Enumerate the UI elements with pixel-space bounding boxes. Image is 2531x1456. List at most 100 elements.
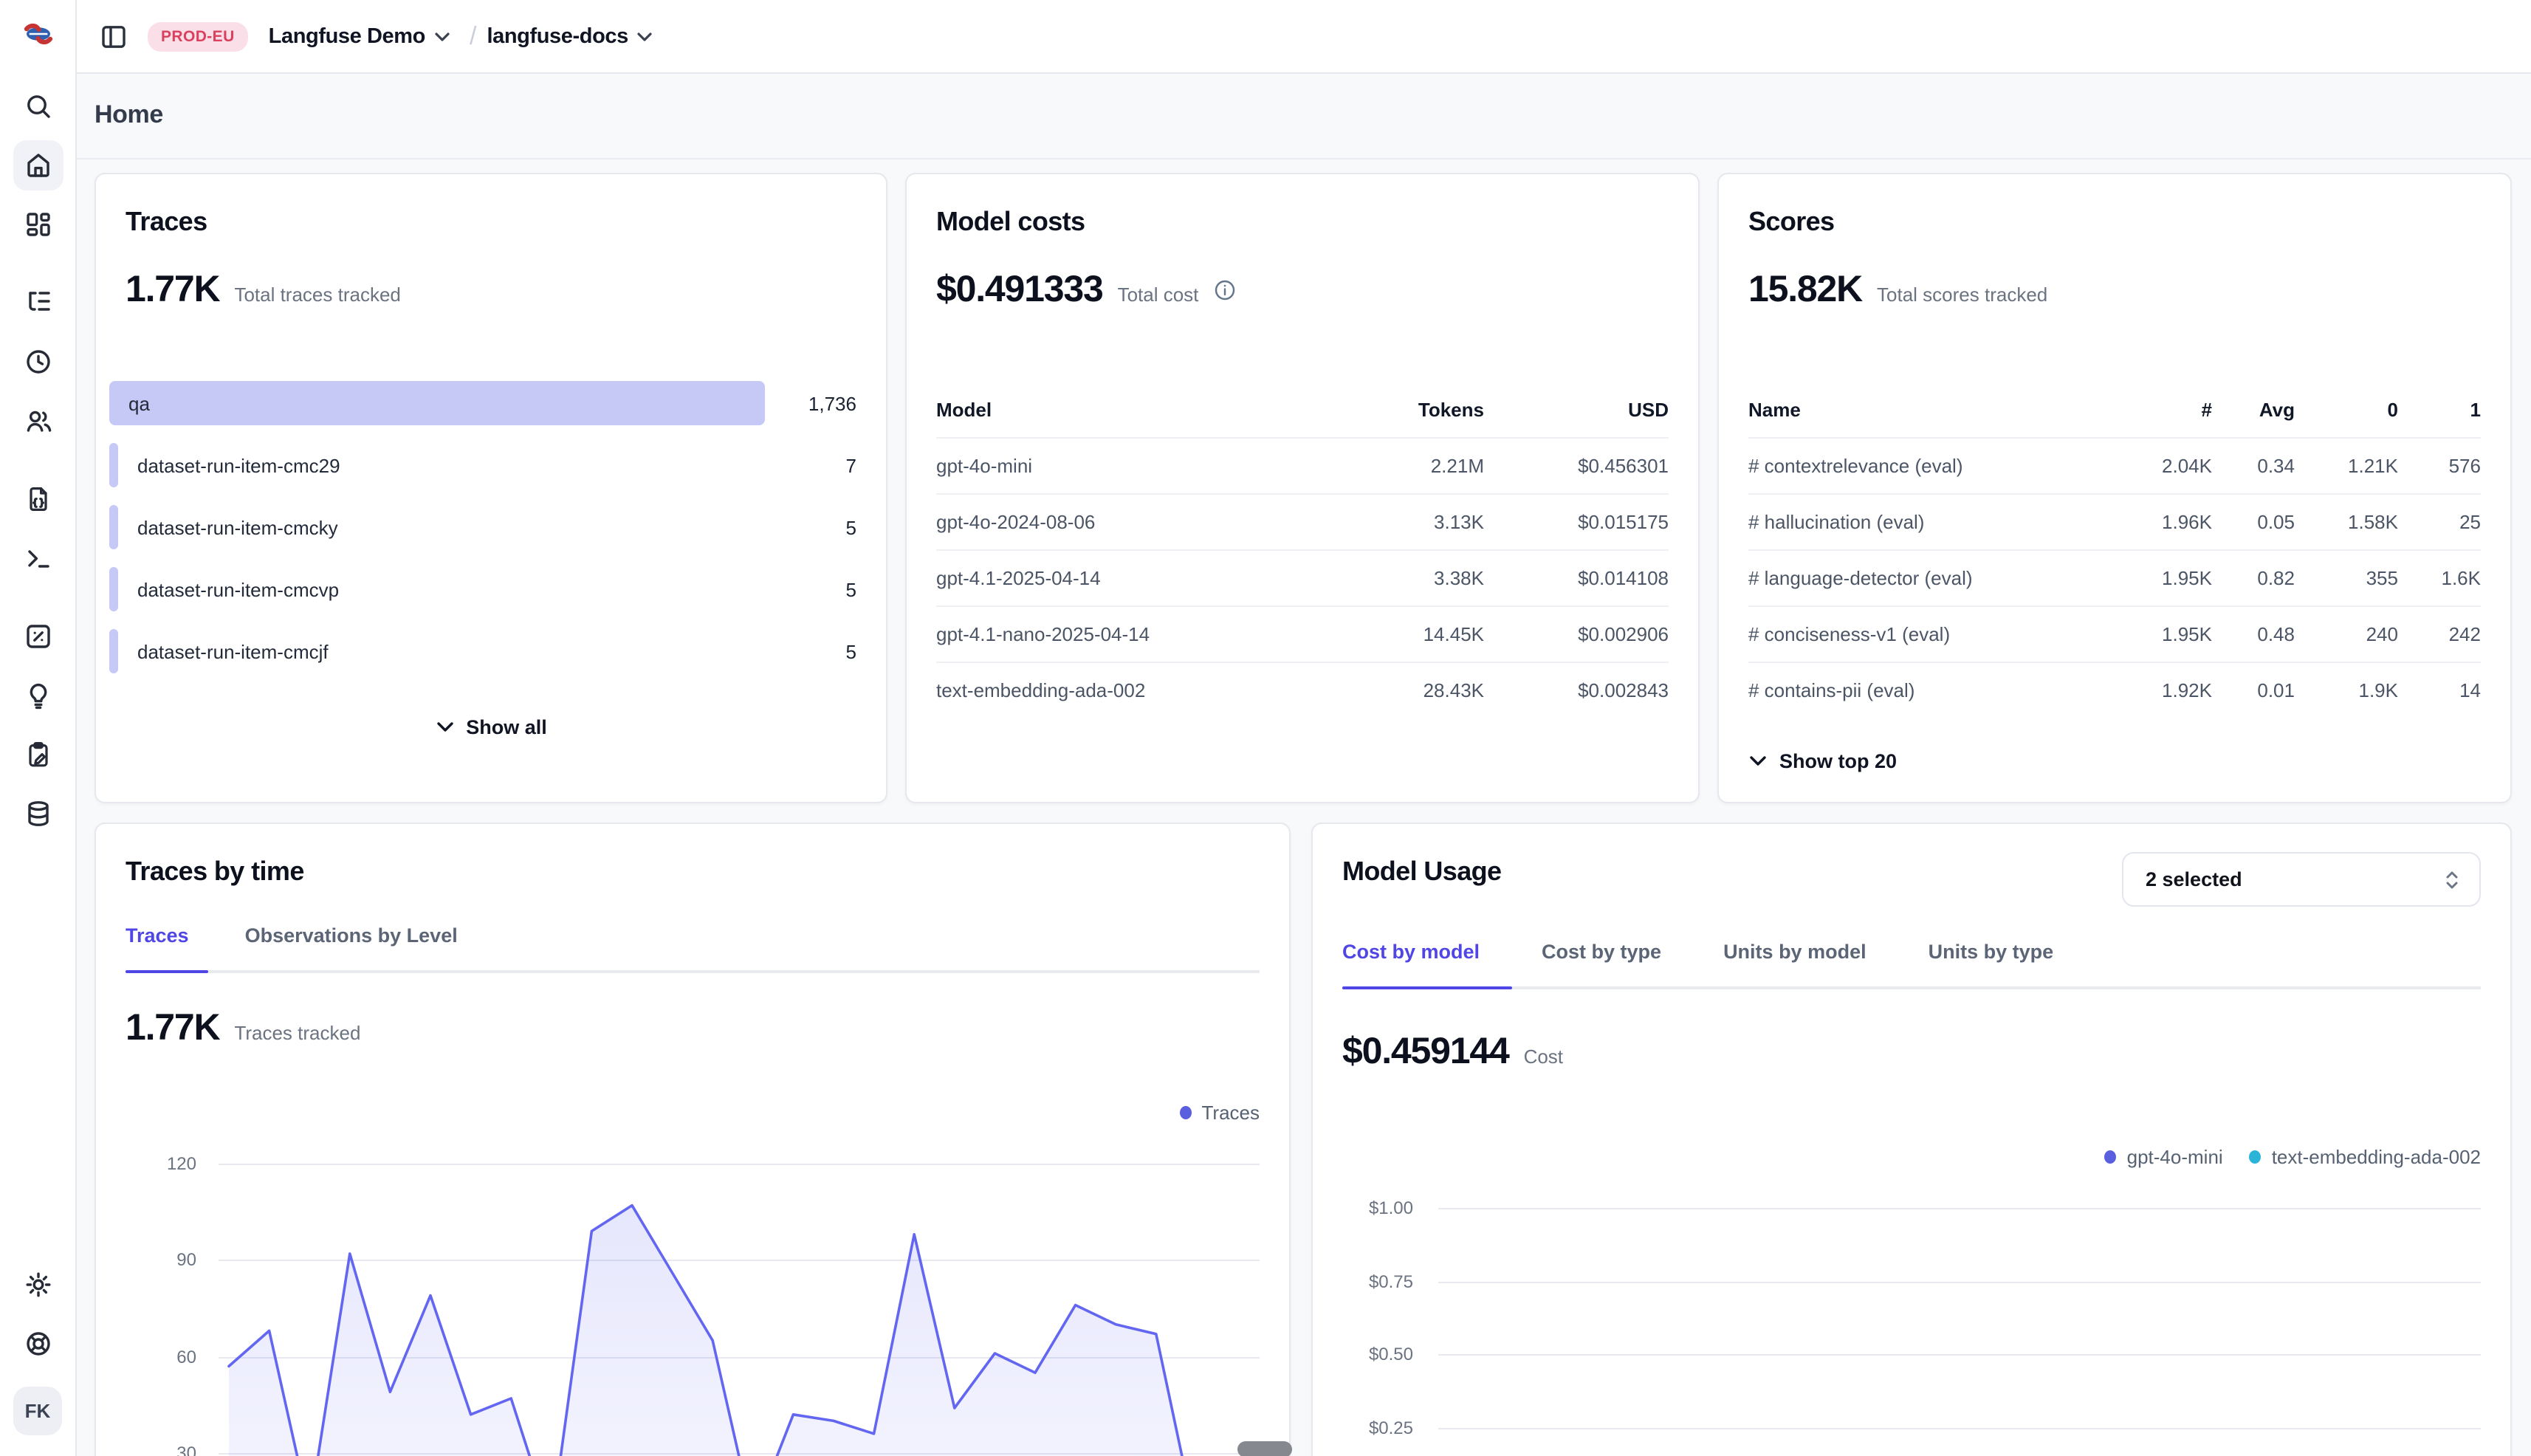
list-tree-icon bbox=[23, 288, 52, 317]
sidebar-item-support[interactable] bbox=[13, 1319, 63, 1369]
column-header: 1 bbox=[2398, 398, 2481, 420]
sidebar-item-search[interactable] bbox=[13, 81, 63, 131]
legend-label: gpt-4o-mini bbox=[2127, 1146, 2223, 1168]
tab-observations-by-level[interactable]: Observations by Level bbox=[245, 924, 458, 947]
tab-cost-by-model[interactable]: Cost by model bbox=[1342, 941, 1480, 963]
user-avatar[interactable]: FK bbox=[13, 1387, 62, 1435]
sidebar-item-insights[interactable] bbox=[13, 670, 63, 721]
model-costs-metric: $0.491333 Total cost bbox=[936, 266, 1669, 313]
trace-bar bbox=[109, 629, 118, 673]
legend-item[interactable]: gpt-4o-mini bbox=[2105, 1146, 2223, 1168]
database-icon bbox=[23, 799, 52, 828]
metric-label: Total cost bbox=[1118, 284, 1199, 306]
chevron-down-icon bbox=[1748, 754, 1768, 767]
sidebar-item-prompts[interactable] bbox=[13, 474, 63, 524]
search-icon bbox=[23, 92, 52, 121]
table-row[interactable]: # contains-pii (eval) 1.92K 0.01 1.9K 14 bbox=[1748, 662, 2481, 718]
traces-card: Traces 1.77K Total traces tracked qa 1,7… bbox=[95, 173, 887, 803]
metric-label: Cost bbox=[1524, 1045, 1563, 1068]
gridline bbox=[1438, 1208, 2481, 1209]
show-all-button[interactable]: Show all bbox=[126, 706, 856, 747]
table-row[interactable]: # contextrelevance (eval) 2.04K 0.34 1.2… bbox=[1748, 437, 2481, 493]
organization-switcher[interactable]: Langfuse Demo bbox=[269, 24, 450, 48]
tab-units-by-type[interactable]: Units by type bbox=[1929, 941, 2054, 963]
info-icon[interactable] bbox=[1213, 278, 1235, 301]
card-title: Model costs bbox=[936, 204, 1669, 239]
trace-row[interactable]: dataset-run-item-cmcvp 5 bbox=[109, 567, 856, 611]
score-avg: 0.82 bbox=[2212, 567, 2295, 589]
model-selector[interactable]: 2 selected bbox=[2122, 852, 2481, 907]
metric-label: Traces tracked bbox=[234, 1022, 360, 1044]
sidebar-item-users[interactable] bbox=[13, 396, 63, 446]
y-tick-label: 30 bbox=[96, 1443, 196, 1456]
table-row[interactable]: gpt-4o-mini 2.21M $0.456301 bbox=[936, 437, 1669, 493]
table-row[interactable]: gpt-4.1-nano-2025-04-14 14.45K $0.002906 bbox=[936, 605, 1669, 662]
app-window: FK PROD-EU Langfuse Demo / langfuse-docs… bbox=[0, 0, 2531, 1456]
sidebar-item-tracing[interactable] bbox=[13, 278, 63, 328]
trace-bar bbox=[109, 443, 118, 487]
card-title: Model Usage bbox=[1342, 854, 1501, 889]
card-title: Traces bbox=[126, 204, 856, 239]
model-usage-chart-area: $1.00 $0.75 $0.50 $0.25 bbox=[1313, 1193, 2481, 1456]
table-row[interactable]: # conciseness-v1 (eval) 1.95K 0.48 240 2… bbox=[1748, 605, 2481, 662]
column-header: # bbox=[2126, 398, 2212, 420]
chevron-down-icon bbox=[637, 30, 653, 42]
sidebar-toggle-button[interactable] bbox=[95, 17, 133, 55]
usd-value: $0.014108 bbox=[1484, 567, 1669, 589]
tokens-value: 14.45K bbox=[1292, 623, 1484, 645]
show-top-20-button[interactable]: Show top 20 bbox=[1748, 740, 2481, 781]
show-top-label: Show top 20 bbox=[1779, 749, 1897, 772]
score-one: 576 bbox=[2398, 455, 2481, 477]
trace-row[interactable]: dataset-run-item-cmcky 5 bbox=[109, 505, 856, 549]
clipboard-pen-icon bbox=[23, 740, 52, 769]
table-row[interactable]: # hallucination (eval) 1.96K 0.05 1.58K … bbox=[1748, 493, 2481, 549]
langfuse-logo-icon[interactable] bbox=[21, 22, 54, 46]
sidebar-item-annotation[interactable] bbox=[13, 729, 63, 780]
project-name: langfuse-docs bbox=[487, 24, 628, 48]
sidebar-item-playground[interactable] bbox=[13, 533, 63, 583]
horizontal-scrollbar-thumb[interactable] bbox=[1237, 1441, 1292, 1456]
tab-traces[interactable]: Traces bbox=[126, 924, 189, 947]
metric-value: $0.459144 bbox=[1342, 1028, 1509, 1075]
table-row[interactable]: # language-detector (eval) 1.95K 0.82 35… bbox=[1748, 549, 2481, 605]
trace-name: dataset-run-item-cmcvp bbox=[137, 578, 339, 600]
project-switcher[interactable]: langfuse-docs bbox=[487, 24, 653, 48]
traces-chart-area: 120 90 60 30 bbox=[96, 1149, 1260, 1456]
environment-badge[interactable]: PROD-EU bbox=[148, 21, 248, 51]
organization-name: Langfuse Demo bbox=[269, 24, 425, 48]
metric-label: Total scores tracked bbox=[1877, 284, 2047, 306]
tab-units-by-model[interactable]: Units by model bbox=[1723, 941, 1867, 963]
table-row[interactable]: text-embedding-ada-002 28.43K $0.002843 bbox=[936, 662, 1669, 718]
score-avg: 0.48 bbox=[2212, 623, 2295, 645]
table-header-row: Name # Avg 0 1 bbox=[1748, 381, 2481, 437]
sidebar-item-scores[interactable] bbox=[13, 611, 63, 662]
traces-line-chart[interactable] bbox=[219, 1149, 1263, 1456]
legend-item[interactable]: text-embedding-ada-002 bbox=[2250, 1146, 2481, 1168]
scores-table: Name # Avg 0 1 # contextrelevance (eval)… bbox=[1748, 381, 2481, 718]
model-name: gpt-4.1-nano-2025-04-14 bbox=[936, 623, 1292, 645]
model-usage-tabs: Cost by model Cost by type Units by mode… bbox=[1342, 941, 2053, 963]
sidebar-item-settings[interactable] bbox=[13, 1260, 63, 1310]
tab-cost-by-type[interactable]: Cost by type bbox=[1542, 941, 1661, 963]
model-usage-card: Model Usage 2 selected Cost by model Cos… bbox=[1311, 823, 2512, 1456]
cost-metric: $0.459144 Cost bbox=[1342, 1028, 1563, 1075]
sidebar-item-sessions[interactable] bbox=[13, 337, 63, 387]
legend-item[interactable]: Traces bbox=[1180, 1102, 1260, 1124]
score-name: # contains-pii (eval) bbox=[1748, 679, 2126, 701]
score-zero: 355 bbox=[2295, 567, 2398, 589]
trace-row[interactable]: dataset-run-item-cmc29 7 bbox=[109, 443, 856, 487]
sidebar-item-datasets[interactable] bbox=[13, 789, 63, 839]
table-row[interactable]: gpt-4o-2024-08-06 3.13K $0.015175 bbox=[936, 493, 1669, 549]
usd-value: $0.456301 bbox=[1484, 455, 1669, 477]
trace-row[interactable]: qa 1,736 bbox=[109, 381, 856, 425]
trace-row[interactable]: dataset-run-item-cmcjf 5 bbox=[109, 629, 856, 673]
score-one: 25 bbox=[2398, 511, 2481, 533]
show-all-label: Show all bbox=[466, 715, 547, 738]
chevron-down-icon bbox=[435, 720, 454, 733]
traces-tracked-metric: 1.77K Traces tracked bbox=[126, 1004, 360, 1051]
scores-metric: 15.82K Total scores tracked bbox=[1748, 266, 2481, 313]
sidebar: FK bbox=[0, 0, 77, 1456]
sidebar-item-dashboards[interactable] bbox=[13, 199, 63, 250]
sidebar-item-home[interactable] bbox=[13, 140, 63, 190]
table-row[interactable]: gpt-4.1-2025-04-14 3.38K $0.014108 bbox=[936, 549, 1669, 605]
